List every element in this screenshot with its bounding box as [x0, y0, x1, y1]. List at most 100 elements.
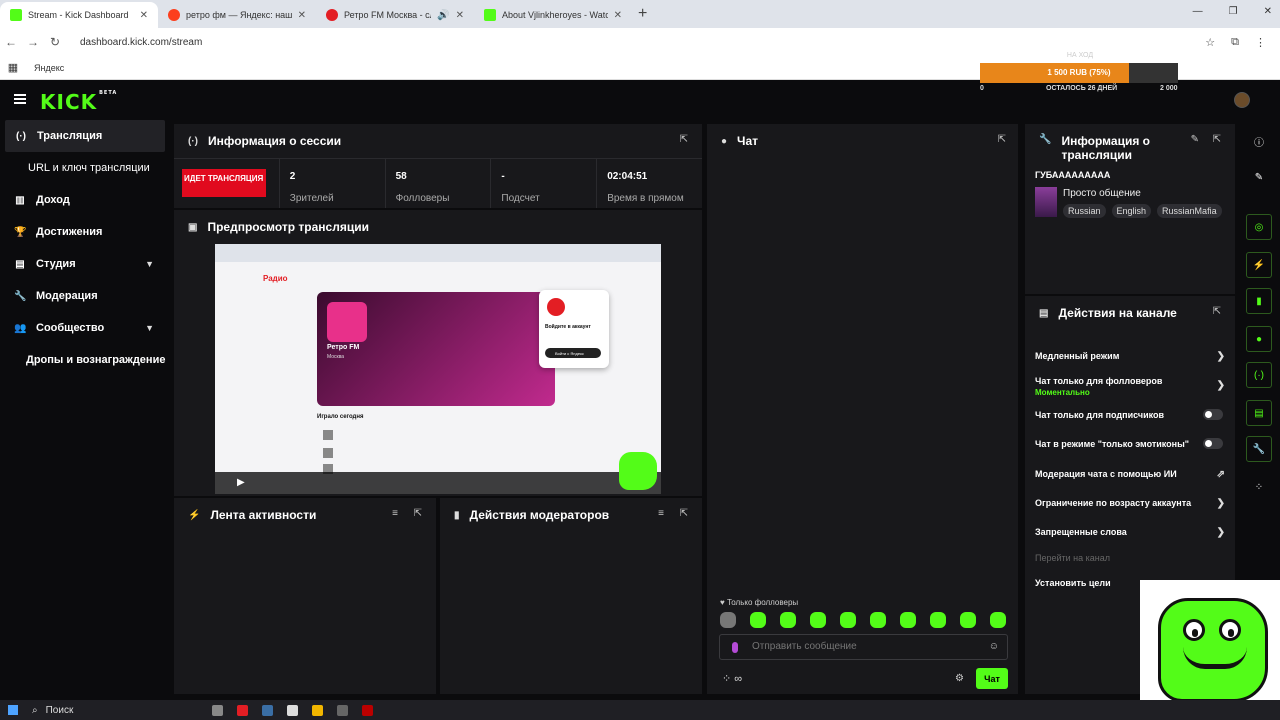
popout-icon[interactable]: ⇱ [680, 508, 688, 519]
preview-browser-chrome [215, 244, 661, 262]
emote-icon[interactable] [750, 612, 766, 628]
taskbar-search[interactable]: ⌕ Поиск [32, 705, 172, 716]
sidebar-item-studio[interactable]: ▤ Студия ▼ [0, 248, 170, 280]
emote-icon[interactable] [900, 612, 916, 628]
windows-start-icon[interactable] [8, 705, 18, 715]
popout-icon[interactable]: ⇱ [1213, 134, 1221, 145]
play-icon[interactable]: ▶ [237, 477, 245, 488]
menu-icon[interactable]: ⋮ [1255, 36, 1266, 49]
lightning-icon[interactable]: ⚡ [1246, 252, 1272, 278]
browser-tab[interactable]: Ретро FM Москва - слуша 🔊 ✕ [316, 2, 474, 28]
reload-icon[interactable]: ↻ [44, 35, 66, 49]
action-slow-mode[interactable]: Медленный режим ❯ [1035, 351, 1225, 362]
followers-only-label: Только фолловеры [726, 598, 799, 607]
close-icon[interactable]: ✕ [298, 10, 306, 21]
popout-icon[interactable]: ⇱ [1213, 306, 1221, 317]
sidebar-item-community[interactable]: 👥 Сообщество ▼ [0, 312, 170, 344]
stat-followers: 58 Фолловеры [386, 159, 492, 208]
action-account-age[interactable]: Ограничение по возрасту аккаунта ❯ [1035, 498, 1225, 509]
new-tab-button[interactable]: + [638, 5, 647, 23]
emoji-icon[interactable]: ☺ [989, 641, 999, 652]
browser-tab[interactable]: Stream - Kick Dashboard ✕ [0, 2, 158, 28]
browser-tab[interactable]: ретро фм — Яндекс: нашлось ✕ [158, 2, 316, 28]
filter-icon[interactable]: ≡ [392, 508, 398, 519]
extensions-icon[interactable]: ⧉ [1231, 36, 1239, 49]
action-label: Чат в режиме "только эмотиконы" [1035, 439, 1190, 449]
url-field[interactable]: dashboard.kick.com/stream [80, 37, 1205, 48]
close-icon[interactable]: ✕ [614, 10, 622, 21]
app-icon[interactable] [362, 704, 373, 716]
emote-icon[interactable] [780, 612, 796, 628]
kick-logo[interactable]: KICK BETA [40, 90, 117, 114]
popout-icon[interactable]: ⇱ [680, 134, 688, 145]
points-icon[interactable]: ⁘ ∞ [722, 672, 742, 685]
emote-icon[interactable] [990, 612, 1006, 628]
yandex-browser-icon[interactable] [287, 704, 298, 716]
sidebar-item-stream[interactable]: (·) Трансляция [5, 120, 165, 152]
chrome-icon[interactable] [312, 704, 323, 716]
back-icon[interactable]: ← [0, 35, 22, 49]
stream-preview-video[interactable]: Радио Ретро FM Москва Войдите в аккаунт … [215, 244, 661, 494]
capture-icon[interactable]: ◎ [1246, 214, 1272, 240]
chat-input[interactable] [752, 641, 982, 652]
speaker-icon[interactable]: 🔊 [437, 10, 449, 21]
microphone-icon[interactable] [732, 642, 738, 653]
wrench-icon[interactable]: 🔧 [1246, 436, 1272, 462]
action-followers-only[interactable]: Чат только для фолловеров Моментально ❯ [1035, 376, 1225, 397]
send-chat-button[interactable]: Чат [976, 668, 1008, 689]
popout-icon[interactable]: ⇱ [414, 508, 422, 519]
star-icon[interactable]: ☆ [1205, 36, 1215, 49]
chat-bubble-icon[interactable]: ● [1246, 326, 1272, 352]
apps-icon[interactable]: ▦ [0, 61, 26, 74]
edit-icon[interactable]: ✎ [1246, 164, 1272, 190]
sidebar-item-income[interactable]: ▥ Доход [0, 184, 170, 216]
emote-icon[interactable] [870, 612, 886, 628]
yandex-app-icon[interactable] [237, 704, 248, 716]
close-window-icon[interactable]: ✕ [1264, 6, 1272, 17]
action-banned-words[interactable]: Запрещенные слова ❯ [1035, 527, 1225, 538]
action-ai-moderation[interactable]: Модерация чата с помощью ИИ ⇗ [1035, 469, 1225, 480]
steam-icon[interactable] [262, 704, 273, 716]
bookmark-yandex[interactable]: Яндекс [34, 63, 64, 73]
sidebar-item-achievements[interactable]: 🏆 Достижения [0, 216, 170, 248]
emotes-only-toggle[interactable] [1203, 438, 1223, 449]
close-icon[interactable]: ✕ [456, 10, 464, 21]
emote-bar [720, 612, 1006, 628]
goal-title: НА ХОД [1066, 52, 1094, 59]
modactions-panel: ▮ Действия модераторов ≡ ⇱ [440, 498, 702, 694]
popout-icon[interactable]: ⇱ [998, 134, 1006, 145]
emote-icon[interactable] [810, 612, 826, 628]
avatar[interactable] [1234, 92, 1250, 108]
sidebar-item-moderation[interactable]: 🔧 Модерация [0, 280, 170, 312]
edit-icon[interactable]: ✎ [1191, 134, 1199, 145]
emote-icon[interactable] [930, 612, 946, 628]
gear-icon[interactable]: ⚙ [955, 673, 964, 684]
hamburger-icon[interactable] [14, 94, 26, 104]
task-view-icon[interactable] [212, 704, 223, 716]
sidebar-item-url-key[interactable]: URL и ключ трансляции [0, 152, 170, 184]
panel-title: ▤ Действия на канале [1039, 306, 1177, 320]
filter-icon[interactable]: ≡ [658, 508, 664, 519]
sidebar-item-label: Достижения [36, 226, 103, 238]
subscribers-only-toggle[interactable] [1203, 409, 1223, 420]
info-icon[interactable]: ⓘ [1246, 128, 1272, 154]
chat-message-box: ☺ [719, 634, 1008, 660]
minimize-icon[interactable]: — [1193, 6, 1203, 17]
tag: English [1111, 204, 1152, 218]
sidebar-item-drops[interactable]: Дропы и вознаграждение [0, 344, 170, 376]
station-name: Ретро FM [327, 344, 360, 351]
connections-icon[interactable]: ⁘ [1246, 474, 1272, 500]
tag: Russian [1063, 204, 1106, 218]
emote-icon[interactable] [720, 612, 736, 628]
forward-icon[interactable]: → [22, 35, 44, 49]
broadcast-icon[interactable]: (·) [1246, 362, 1272, 388]
maximize-icon[interactable]: ❐ [1229, 6, 1238, 17]
emote-icon[interactable] [960, 612, 976, 628]
document-icon[interactable]: ▮ [1246, 288, 1272, 314]
browser-tab[interactable]: About Vjlinkheroyes - Watch Li ✕ [474, 2, 632, 28]
close-icon[interactable]: ✕ [140, 10, 148, 21]
obs-icon[interactable] [337, 704, 348, 716]
channel-icon[interactable]: ▤ [1246, 400, 1272, 426]
emote-icon[interactable] [840, 612, 856, 628]
panel-title: ● Чат [721, 134, 758, 148]
